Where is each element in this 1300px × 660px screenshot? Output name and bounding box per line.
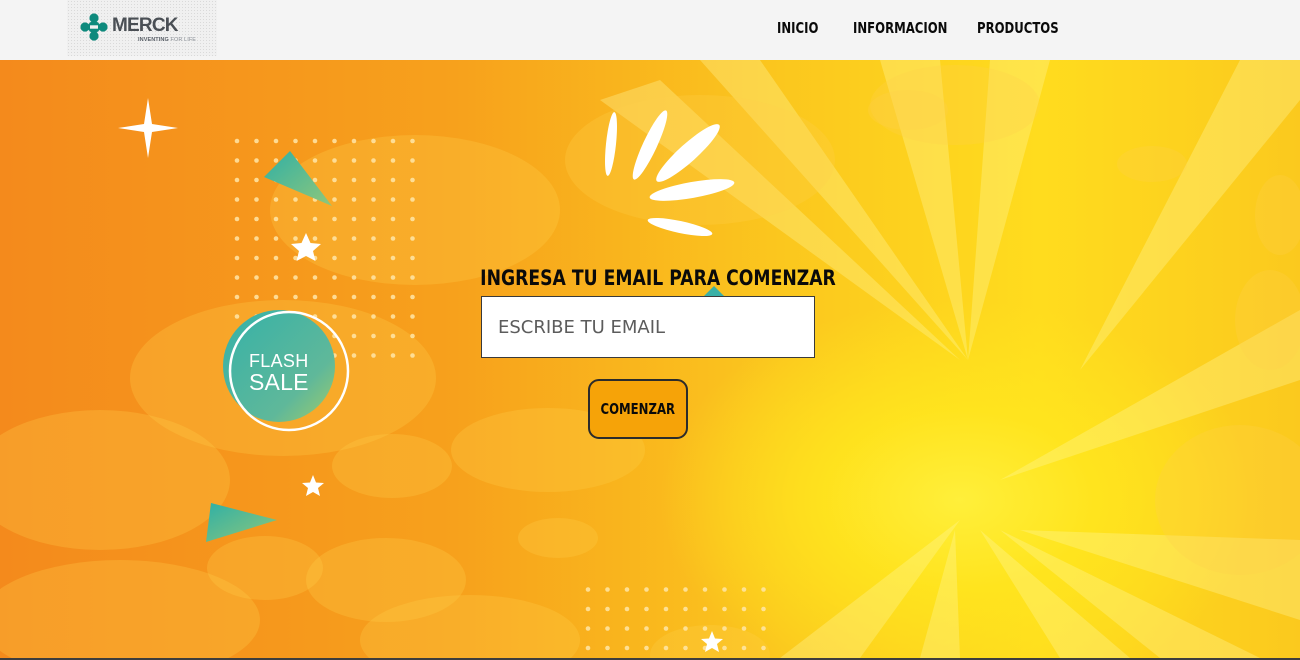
flash-sale-line2: SALE <box>249 369 309 395</box>
merck-emblem-icon <box>80 13 108 41</box>
start-button[interactable]: COMENZAR <box>588 379 688 439</box>
email-input[interactable] <box>481 296 815 358</box>
hero-background-art <box>0 60 1300 658</box>
nav-link-inicio[interactable]: INICIO <box>777 19 818 37</box>
nav-link-productos[interactable]: PRODUCTOS <box>977 19 1059 37</box>
signup-heading: INGRESA TU EMAIL PARA COMENZAR <box>480 266 836 290</box>
logo-tagline: INVENTING FOR LIFE <box>138 37 196 43</box>
flash-sale-text: FLASH SALE <box>249 351 309 395</box>
nav-link-informacion[interactable]: INFORMACION <box>853 19 947 37</box>
top-navbar: MERCK INVENTING FOR LIFE INICIO INFORMAC… <box>0 0 1300 60</box>
start-button-label: COMENZAR <box>600 400 676 418</box>
logo-tagline-bold: INVENTING <box>138 37 169 43</box>
merck-logo[interactable]: MERCK INVENTING FOR LIFE <box>67 0 217 56</box>
hero-banner: FLASH SALE INGRESA TU EMAIL PARA COMENZA… <box>0 60 1300 658</box>
logo-tagline-light: FOR LIFE <box>170 37 197 43</box>
logo-brand-text: MERCK <box>112 15 178 36</box>
